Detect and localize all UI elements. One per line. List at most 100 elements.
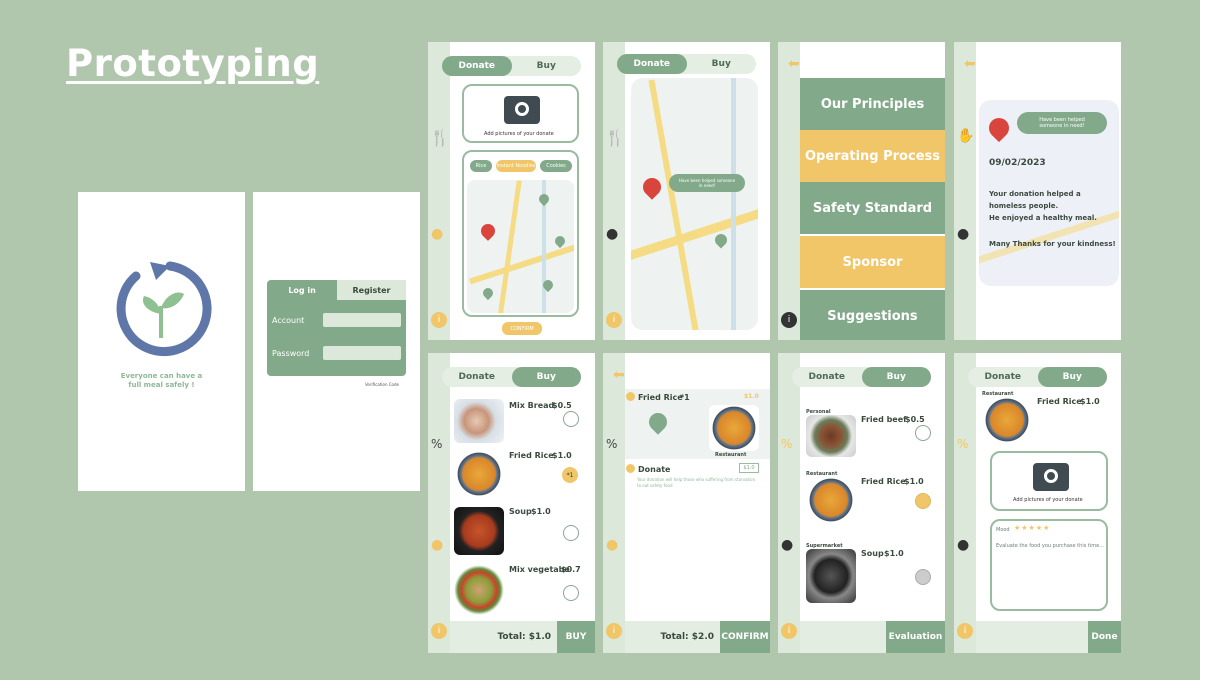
donate-note: Your donation will help those who suffer…	[637, 477, 756, 488]
review-input[interactable]: Evaluate the food you purchase this time…	[996, 543, 1104, 549]
person-icon[interactable]: ●	[781, 537, 793, 553]
map-view[interactable]	[467, 180, 574, 313]
info-icon[interactable]: i	[431, 312, 447, 328]
location-pin-icon	[984, 113, 1014, 143]
item-price: $1.0	[531, 507, 551, 516]
tab-buy[interactable]: Buy	[861, 367, 931, 387]
select-radio[interactable]	[915, 569, 931, 585]
select-radio[interactable]	[915, 493, 931, 509]
review-screen: % ● i Donate Buy Restaurant Fried Rice $…	[954, 353, 1121, 653]
back-arrow-icon[interactable]: ⬅	[788, 56, 800, 72]
donate-buy-toggle[interactable]: Donate Buy	[617, 54, 756, 74]
discount-tag-icon[interactable]: %	[957, 437, 968, 451]
person-icon[interactable]: ●	[431, 537, 443, 553]
item-price: $0.7	[561, 565, 581, 574]
tab-buy[interactable]: Buy	[512, 56, 582, 76]
discount-tag-icon[interactable]: %	[781, 437, 792, 451]
done-button[interactable]: Done	[1088, 621, 1121, 653]
tab-donate[interactable]: Donate	[442, 367, 512, 387]
photo-label: Add pictures of your donate	[1013, 497, 1083, 503]
menu-safety-standard[interactable]: Safety Standard	[800, 182, 945, 234]
info-icon[interactable]: i	[606, 623, 622, 639]
camera-icon	[504, 96, 540, 124]
menu-suggestions[interactable]: Suggestions	[800, 290, 945, 340]
back-arrow-icon[interactable]: ⬅	[613, 367, 625, 383]
item-name: Fried beef	[861, 415, 907, 424]
menu-our-principles[interactable]: Our Principles	[800, 78, 945, 130]
info-icon[interactable]: i	[606, 312, 622, 328]
star-rating[interactable]: ★★★★★	[1014, 524, 1050, 532]
login-screen: Log in Register Account Password Verific…	[253, 192, 420, 491]
person-icon[interactable]: ●	[606, 226, 618, 242]
tab-donate[interactable]: Donate	[617, 54, 687, 74]
select-radio[interactable]	[563, 585, 579, 601]
select-radio[interactable]	[915, 425, 931, 441]
select-radio[interactable]	[563, 525, 579, 541]
thanks-line-2: homeless people.	[989, 202, 1059, 210]
donate-buy-toggle[interactable]: Donate Buy	[442, 367, 581, 387]
account-input[interactable]	[323, 313, 401, 327]
person-icon[interactable]: ●	[957, 226, 969, 242]
chip-cookies[interactable]: Cookies	[540, 160, 572, 172]
back-arrow-icon[interactable]: ⬅	[964, 56, 976, 72]
tab-login[interactable]: Log in	[267, 280, 337, 300]
tagline-line-2: full meal safely !	[128, 381, 195, 389]
photo-upload-box[interactable]: Add pictures of your donate	[990, 451, 1108, 511]
discount-tag-icon[interactable]: %	[431, 437, 442, 451]
verification-link[interactable]: Verification Code	[365, 382, 399, 387]
fork-knife-icon: 🍴	[605, 128, 625, 147]
select-radio[interactable]	[563, 411, 579, 427]
photo-upload-box[interactable]: Add pictures of your donate	[462, 84, 579, 143]
donate-buy-toggle[interactable]: Donate Buy	[792, 367, 931, 387]
person-icon[interactable]: ●	[606, 537, 618, 553]
tab-buy[interactable]: Buy	[511, 367, 581, 387]
hand-icon: ✋	[957, 128, 975, 144]
password-input[interactable]	[323, 346, 401, 360]
tab-donate[interactable]: Donate	[792, 367, 862, 387]
buy-button[interactable]: BUY	[557, 621, 595, 653]
donate-photo-screen: 🍴 ● i Donate Buy Add pictures of your do…	[428, 42, 595, 340]
chip-instant-noodles[interactable]: Instant Noodles	[496, 160, 536, 172]
thanks-line-3: He enjoyed a healthy meal.	[989, 214, 1097, 222]
menu-sponsor[interactable]: Sponsor	[800, 236, 945, 288]
password-label: Password	[272, 349, 310, 358]
donate-buy-toggle[interactable]: Donate Buy	[968, 367, 1107, 387]
info-icon[interactable]: i	[431, 623, 447, 639]
tab-buy[interactable]: Buy	[1037, 367, 1107, 387]
thanks-line-1: Your donation helped a	[989, 190, 1081, 198]
total-label: Total: $2.0	[625, 621, 720, 653]
confirm-button[interactable]: CONFIRM	[720, 621, 770, 653]
item-name: Fried Rice	[861, 477, 906, 486]
info-icon[interactable]: i	[957, 623, 973, 639]
info-icon[interactable]: i	[781, 312, 797, 328]
slide-title: Prototyping	[66, 42, 320, 85]
item-price: $0.5	[905, 415, 925, 424]
thanks-screen: ⬅ ✋ ● Have been helped someone in need! …	[954, 42, 1121, 340]
food-image	[806, 549, 856, 603]
person-icon[interactable]: ●	[431, 226, 443, 242]
confirm-button[interactable]: CONFIRM	[502, 322, 542, 335]
chip-rice[interactable]: Rice	[470, 160, 492, 172]
map-view[interactable]: Have been helped someone in need!	[631, 78, 758, 330]
tab-donate[interactable]: Donate	[442, 56, 512, 76]
evaluation-button[interactable]: Evaluation	[886, 621, 945, 653]
item-name: Fried Rice	[638, 393, 683, 402]
location-pin-icon[interactable]	[639, 174, 665, 200]
item-price: $0.5	[552, 401, 572, 410]
donate-amount[interactable]: $1.0	[739, 463, 759, 473]
donate-buy-toggle[interactable]: Donate Buy	[442, 56, 581, 76]
donation-date: 09/02/2023	[989, 158, 1046, 168]
tab-buy[interactable]: Buy	[687, 54, 757, 74]
review-box[interactable]: Mood ★★★★★ Evaluate the food you purchas…	[990, 519, 1108, 611]
location-pin-icon[interactable]	[478, 221, 498, 241]
person-icon[interactable]: ●	[957, 537, 969, 553]
info-icon[interactable]: i	[781, 623, 797, 639]
discount-tag-icon[interactable]: %	[606, 437, 617, 451]
map-screen: 🍴 ● i Donate Buy Have been helped someon…	[603, 42, 770, 340]
slide: Prototyping Everyone can have a full mea…	[0, 0, 1200, 680]
tab-register[interactable]: Register	[337, 280, 406, 300]
quantity-badge[interactable]: *1	[562, 467, 578, 483]
menu-operating-process[interactable]: Operating Process	[800, 130, 945, 182]
rating-label: Mood	[996, 527, 1010, 533]
tab-donate[interactable]: Donate	[968, 367, 1038, 387]
